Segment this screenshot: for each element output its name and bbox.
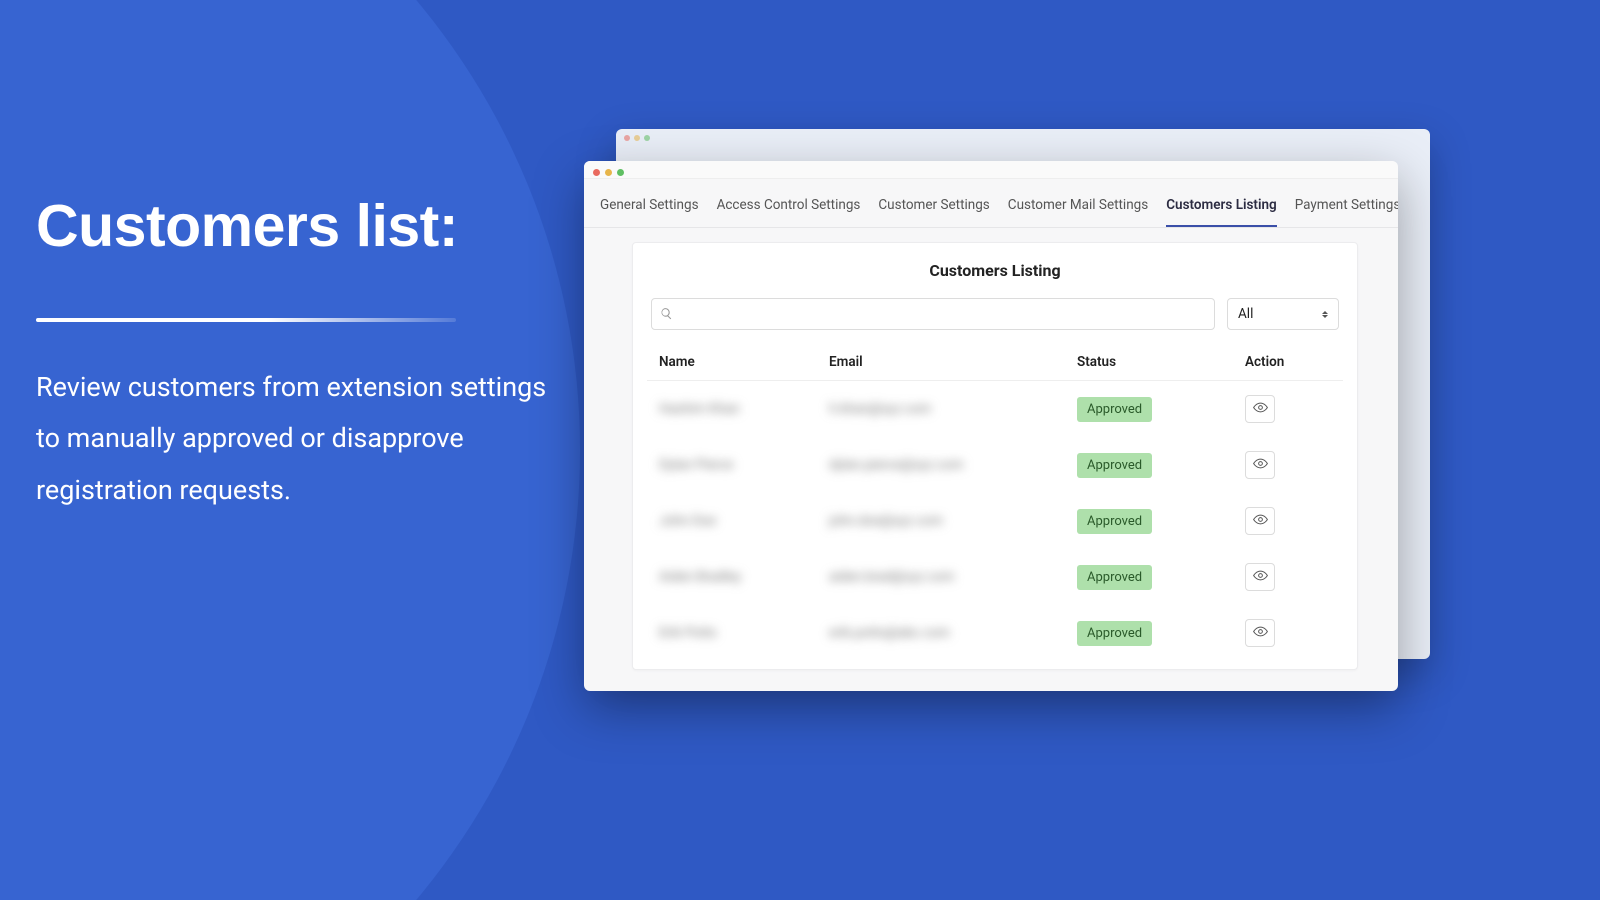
- tab-payment-settings[interactable]: Payment Settings: [1295, 197, 1398, 227]
- settings-tabs: General Settings Access Control Settings C…: [584, 179, 1398, 228]
- status-badge: Approved: [1077, 621, 1152, 646]
- status-badge: Approved: [1077, 397, 1152, 422]
- status-badge: Approved: [1077, 565, 1152, 590]
- status-badge: Approved: [1077, 509, 1152, 534]
- customer-name: John Doe: [659, 513, 716, 529]
- window-controls: [584, 161, 1398, 179]
- customer-email: dylan.pierce@xyz.com: [829, 457, 963, 473]
- search-input[interactable]: [679, 307, 1206, 322]
- status-badge: Approved: [1077, 453, 1152, 478]
- promo-divider: [36, 318, 456, 322]
- customers-table: Name Email Status Action Hashim Khan h.kh…: [647, 344, 1343, 661]
- customer-email: john.doe@xyz.com: [829, 513, 943, 529]
- select-caret-icon: [1322, 311, 1328, 318]
- table-row: Dylan Pierce dylan.pierce@xyz.com Approved: [647, 437, 1343, 493]
- window-controls: [616, 129, 1430, 143]
- view-button[interactable]: [1245, 507, 1275, 535]
- customer-name: Erik Potts: [659, 625, 717, 641]
- status-filter-value: All: [1238, 306, 1253, 322]
- eye-icon: [1253, 624, 1268, 643]
- search-icon: [660, 305, 673, 324]
- eye-icon: [1253, 456, 1268, 475]
- tab-customer-settings[interactable]: Customer Settings: [878, 197, 989, 227]
- tab-customer-mail-settings[interactable]: Customer Mail Settings: [1008, 197, 1148, 227]
- view-button[interactable]: [1245, 563, 1275, 591]
- card-title: Customers Listing: [647, 261, 1343, 280]
- close-icon: [624, 135, 630, 141]
- customer-email: h.khan@xyz.com: [829, 401, 931, 417]
- eye-icon: [1253, 400, 1268, 419]
- customers-listing-card: Customers Listing All Name Email S: [632, 242, 1358, 670]
- search-input-wrapper[interactable]: [651, 298, 1215, 330]
- view-button[interactable]: [1245, 451, 1275, 479]
- customer-email: aiden.brad@xyz.com: [829, 569, 954, 585]
- status-filter-select[interactable]: All: [1227, 298, 1339, 330]
- customer-email: erik.potts@abc.com: [829, 625, 950, 641]
- column-header-action: Action: [1233, 344, 1343, 381]
- eye-icon: [1253, 512, 1268, 531]
- app-window: General Settings Access Control Settings C…: [584, 161, 1398, 691]
- eye-icon: [1253, 568, 1268, 587]
- view-button[interactable]: [1245, 619, 1275, 647]
- customer-name: Hashim Khan: [659, 401, 740, 417]
- table-row: Hashim Khan h.khan@xyz.com Approved: [647, 381, 1343, 438]
- table-row: Erik Potts erik.potts@abc.com Approved: [647, 605, 1343, 661]
- tab-customers-listing[interactable]: Customers Listing: [1166, 197, 1276, 227]
- promo-description: Review customers from extension settings…: [36, 362, 556, 516]
- column-header-name: Name: [647, 344, 817, 381]
- promo-title: Customers list:: [36, 192, 556, 260]
- close-icon: [593, 169, 600, 176]
- table-row: John Doe john.doe@xyz.com Approved: [647, 493, 1343, 549]
- minimize-icon: [605, 169, 612, 176]
- tab-access-control-settings[interactable]: Access Control Settings: [717, 197, 861, 227]
- promo-panel: Customers list: Review customers from ex…: [36, 192, 556, 516]
- customer-name: Dylan Pierce: [659, 457, 733, 473]
- column-header-email: Email: [817, 344, 1065, 381]
- maximize-icon: [644, 135, 650, 141]
- view-button[interactable]: [1245, 395, 1275, 423]
- card-controls: All: [647, 298, 1343, 330]
- customer-name: Aiden Bradley: [659, 569, 741, 585]
- table-row: Aiden Bradley aiden.brad@xyz.com Approved: [647, 549, 1343, 605]
- maximize-icon: [617, 169, 624, 176]
- minimize-icon: [634, 135, 640, 141]
- column-header-status: Status: [1065, 344, 1233, 381]
- tab-general-settings[interactable]: General Settings: [600, 197, 699, 227]
